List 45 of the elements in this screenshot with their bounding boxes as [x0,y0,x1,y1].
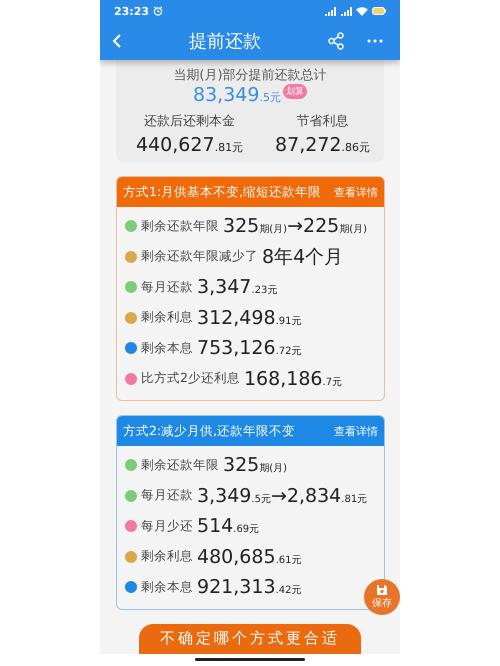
battery-icon [372,7,386,15]
help-button[interactable]: 不确定哪个方式更合适 [139,624,361,654]
row-label: 剩余利息 [141,548,193,566]
amount-value: 514.69元 [197,515,260,538]
status-time: 23:23 [114,4,150,18]
card-title: 方式2:减少月供,还款年限不变 [123,422,296,440]
amount-value: 325期(月)→225期(月) [223,215,368,238]
row-label: 剩余本息 [141,340,193,357]
row-label: 每月还款 [141,278,193,296]
amount-value: 480,685.61元 [197,546,302,568]
amount-value: 3,347.23元 [197,276,278,298]
page-title: 提前还款 [188,30,262,53]
amount-value: 440,627.81元 [136,134,244,156]
row-label: 剩余利息 [141,309,193,326]
wifi-icon [356,6,368,16]
summary-label: 当期(月)部分提前还款总计 [173,67,327,84]
signal-icon [340,6,352,16]
details-link[interactable]: 查看详情 [334,424,378,438]
amount-value: 921,313.42元 [197,576,302,598]
row-label: 剩余还款年限 [141,456,219,474]
amount-value: 87,272.86元 [275,134,370,156]
stat-label: 还款后还剩本金 [144,113,236,130]
amount-value: 3,349.5元→2,834.81元 [197,484,368,507]
amount-value: 753,126.72元 [197,337,302,360]
amount-value: 312,498.91元 [197,306,302,329]
details-link[interactable]: 查看详情 [334,184,378,200]
badge: 划算 [282,84,307,99]
save-button[interactable]: 保存 [364,579,400,615]
stat-label: 节省利息 [296,113,348,130]
row-label: 剩余还款年限 [141,218,219,235]
row-label: 剩余本息 [141,578,193,596]
amount-value: 8年4个月 [262,244,344,270]
alarm-icon [153,6,164,16]
row-label: 比方式2少还利息 [141,370,240,388]
share-icon[interactable] [328,32,344,50]
amount-value: 325期(月) [223,454,288,476]
row-label: 每月少还 [141,518,193,535]
row-label: 剩余还款年限减少了 [141,248,258,266]
card-title: 方式1:月供基本不变,缩短还款年限 [123,184,322,200]
save-icon [376,584,388,596]
amount-value: 83,349.5元 [193,84,281,106]
back-icon[interactable] [112,33,122,49]
amount-value: 168,186.7元 [244,368,342,390]
row-label: 每月还款 [141,487,193,504]
signal-icon [324,6,336,16]
